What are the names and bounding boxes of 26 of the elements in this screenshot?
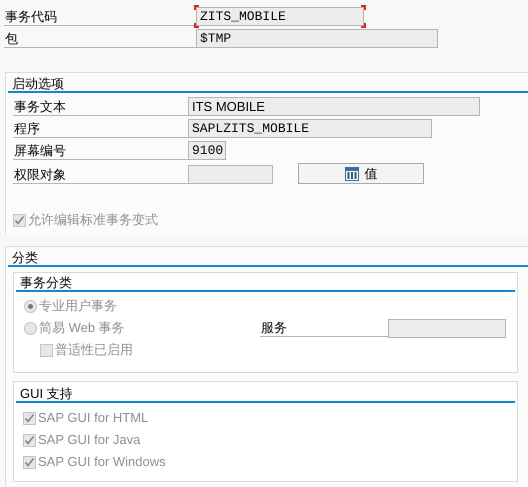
checkbox-label: SAP GUI for Java (38, 431, 140, 450)
field-label: 事务文本 (13, 98, 188, 116)
section-title: 启动选项 (8, 73, 528, 93)
input-field[interactable]: $TMP (196, 29, 438, 48)
field-label: 权限对象 (13, 166, 188, 184)
input-field[interactable] (388, 318, 506, 338)
input-field[interactable]: SAPLZITS_MOBILE (188, 119, 432, 138)
values-button[interactable]: 值 (298, 163, 424, 184)
radio-label: 专业用户事务 (39, 297, 117, 316)
table-icon (344, 166, 358, 180)
radio-label: 简易 Web 事务 (39, 319, 125, 338)
checkbox-label: SAP GUI for Windows (38, 453, 166, 472)
section-title: 事务分类 (16, 274, 515, 292)
field-label: 程序 (13, 120, 188, 138)
checkbox-label: 允许编辑标准事务变式 (28, 211, 158, 230)
field-label: 事务代码 (4, 8, 196, 26)
field-label: 包 (4, 30, 196, 48)
input-field[interactable] (188, 165, 273, 184)
section-title: 分类 (8, 247, 528, 267)
checkbox-label: SAP GUI for HTML (38, 409, 148, 428)
checkbox-label: 普适性已启用 (55, 341, 133, 360)
input-field[interactable]: 9100 (188, 141, 226, 160)
input-field[interactable]: ZITS_MOBILE (196, 7, 364, 26)
section-title: GUI 支持 (16, 385, 515, 403)
field-label: 屏幕编号 (13, 142, 188, 160)
input-field[interactable]: ITS MOBILE (188, 97, 480, 116)
